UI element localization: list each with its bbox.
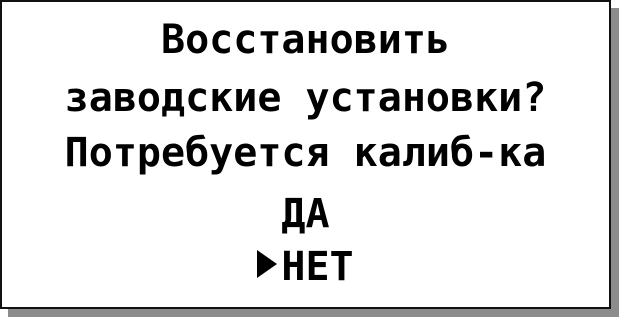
prompt-line-3: Потребуется калиб-ка bbox=[64, 130, 547, 176]
prompt-line-2: заводские установки? bbox=[64, 75, 547, 121]
selection-cursor-icon bbox=[257, 250, 278, 278]
confirm-dialog: Восстановить заводские установки? Потреб… bbox=[0, 0, 611, 309]
option-yes-label: ДА bbox=[281, 191, 330, 237]
option-no[interactable]: НЕТ bbox=[2, 245, 609, 287]
option-no-label: НЕТ bbox=[281, 244, 354, 290]
option-yes[interactable]: ДА bbox=[2, 192, 609, 234]
prompt-line-1: Восстановить bbox=[161, 17, 450, 63]
